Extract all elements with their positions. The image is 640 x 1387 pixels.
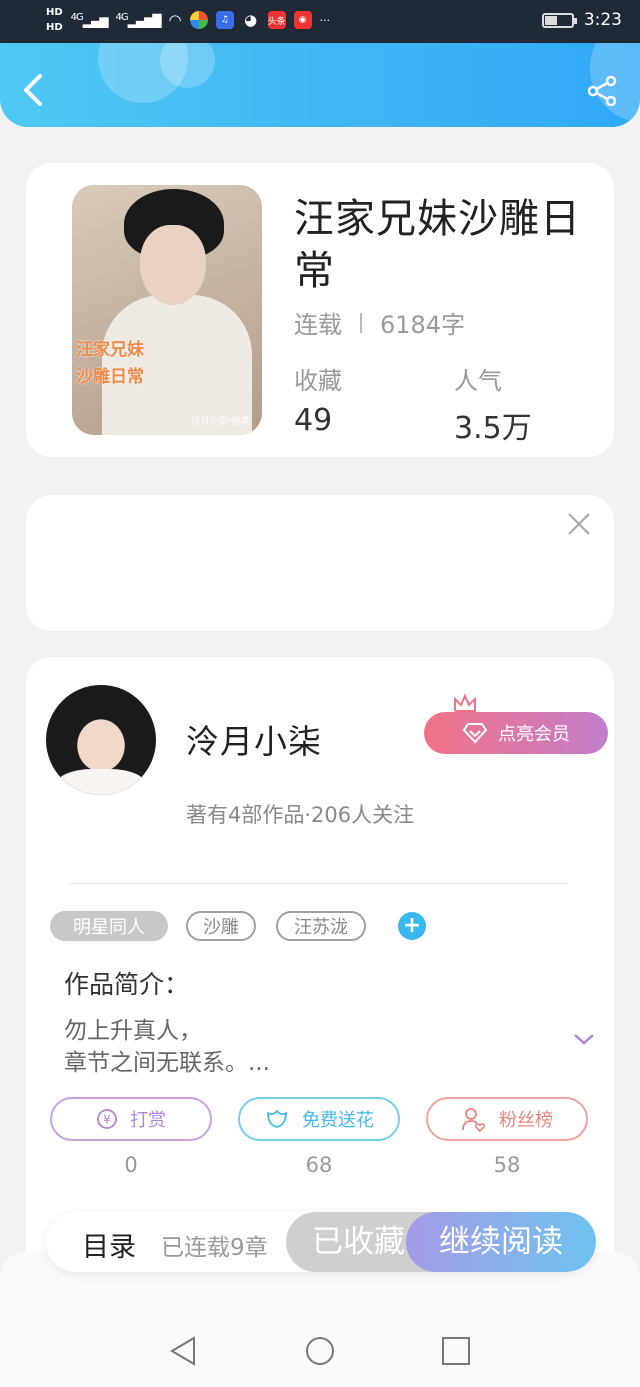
music-app-icon: ♫ bbox=[215, 11, 234, 29]
vip-button[interactable]: 点亮会员 bbox=[424, 712, 608, 754]
tag-chip[interactable]: 沙雕 bbox=[186, 911, 256, 941]
tip-count: 0 bbox=[124, 1153, 138, 1177]
intro-title: 作品简介： bbox=[64, 970, 190, 999]
intro-text: 勿上升真人， 章节之间无联系。... bbox=[64, 1018, 270, 1076]
favorites-count: 49 bbox=[294, 403, 333, 438]
vip-label: 点亮会员 bbox=[498, 724, 570, 745]
divider bbox=[68, 883, 568, 884]
wifi-icon: ◠ bbox=[168, 11, 182, 29]
author-card: 泠月小柒 著有4部作品·206人关注 点亮会员 明星同人 沙雕 汪苏泷 + 作品… bbox=[26, 657, 614, 1297]
popularity-count: 3.5万 bbox=[454, 411, 532, 446]
top-header bbox=[0, 43, 640, 127]
fans-rank-button[interactable]: 粉丝榜 bbox=[426, 1097, 588, 1141]
author-avatar[interactable] bbox=[46, 685, 156, 795]
diamond-icon bbox=[462, 723, 488, 744]
nav-home-icon[interactable] bbox=[304, 1335, 336, 1367]
word-count: 6184字 bbox=[380, 311, 466, 339]
ad-card bbox=[26, 495, 614, 631]
book-cover[interactable]: 汪家兄妹 沙雕日常 泠月小柒*执笔 bbox=[72, 185, 262, 435]
status-bar: HD HD 4G▂▄▆ 4G▂▄▆█ ◠ ♫ ◕ 头条 ◉ ··· 3:23 bbox=[0, 0, 640, 43]
toc-button[interactable]: 目录 bbox=[82, 1225, 136, 1264]
tip-button[interactable]: ¥ 打赏 bbox=[50, 1097, 212, 1141]
author-name[interactable]: 泠月小柒 bbox=[186, 715, 322, 763]
signal-icon: 4G▂▄▆ bbox=[70, 12, 109, 28]
flower-label: 免费送花 bbox=[302, 1110, 374, 1131]
clock: 3:23 bbox=[583, 10, 622, 30]
nav-recents-icon[interactable] bbox=[440, 1335, 472, 1367]
book-status: 连载 bbox=[294, 311, 342, 339]
book-info-card: 汪家兄妹 沙雕日常 泠月小柒*执笔 汪家兄妹沙雕日常 连载 6184字 收藏 4… bbox=[26, 163, 614, 457]
continue-reading-button[interactable]: 继续阅读 bbox=[406, 1212, 596, 1272]
author-summary: 著有4部作品·206人关注 bbox=[186, 803, 415, 827]
flower-icon bbox=[267, 1109, 287, 1128]
color-wheel-icon bbox=[189, 11, 208, 29]
add-tag-button[interactable]: + bbox=[398, 912, 426, 940]
nav-back-icon[interactable] bbox=[168, 1335, 200, 1367]
wechat-icon: ◕ bbox=[244, 11, 258, 29]
fans-count: 58 bbox=[493, 1153, 521, 1177]
book-title: 汪家兄妹沙雕日常 bbox=[294, 196, 581, 294]
svg-text:¥: ¥ bbox=[103, 1113, 111, 1127]
back-button[interactable] bbox=[20, 73, 48, 107]
signal-icon: 4G▂▄▆█ bbox=[115, 12, 161, 28]
user-heart-icon bbox=[462, 1108, 486, 1132]
chevron-down-icon[interactable] bbox=[572, 1031, 596, 1047]
yuan-coin-icon: ¥ bbox=[97, 1109, 117, 1129]
battery-icon bbox=[541, 12, 577, 28]
flower-count: 68 bbox=[305, 1153, 333, 1177]
hd-indicator: HD HD bbox=[46, 7, 63, 33]
share-icon[interactable] bbox=[586, 75, 618, 107]
fans-label: 粉丝榜 bbox=[499, 1110, 553, 1131]
toutiao-icon: 头条 bbox=[267, 11, 286, 29]
tag-chip[interactable]: 汪苏泷 bbox=[276, 911, 366, 941]
more-notifications-icon: ··· bbox=[319, 13, 331, 27]
tag-chip[interactable]: 明星同人 bbox=[50, 911, 168, 941]
book-meta: 连载 6184字 bbox=[294, 305, 465, 340]
reading-action-bar: 目录 已连载9章 已收藏 继续阅读 bbox=[46, 1212, 596, 1272]
weibo-icon: ◉ bbox=[293, 11, 312, 29]
tip-label: 打赏 bbox=[130, 1110, 166, 1131]
chapter-progress: 已连载9章 bbox=[161, 1235, 268, 1261]
cover-title-text: 汪家兄妹 沙雕日常 bbox=[76, 340, 144, 387]
popularity-label: 人气 bbox=[454, 367, 502, 395]
favorites-label: 收藏 bbox=[294, 367, 342, 395]
close-icon[interactable] bbox=[566, 511, 592, 537]
system-nav-bar bbox=[0, 1310, 640, 1387]
cover-signature: 泠月小柒*执笔 bbox=[191, 417, 250, 427]
free-flower-button[interactable]: 免费送花 bbox=[238, 1097, 400, 1141]
